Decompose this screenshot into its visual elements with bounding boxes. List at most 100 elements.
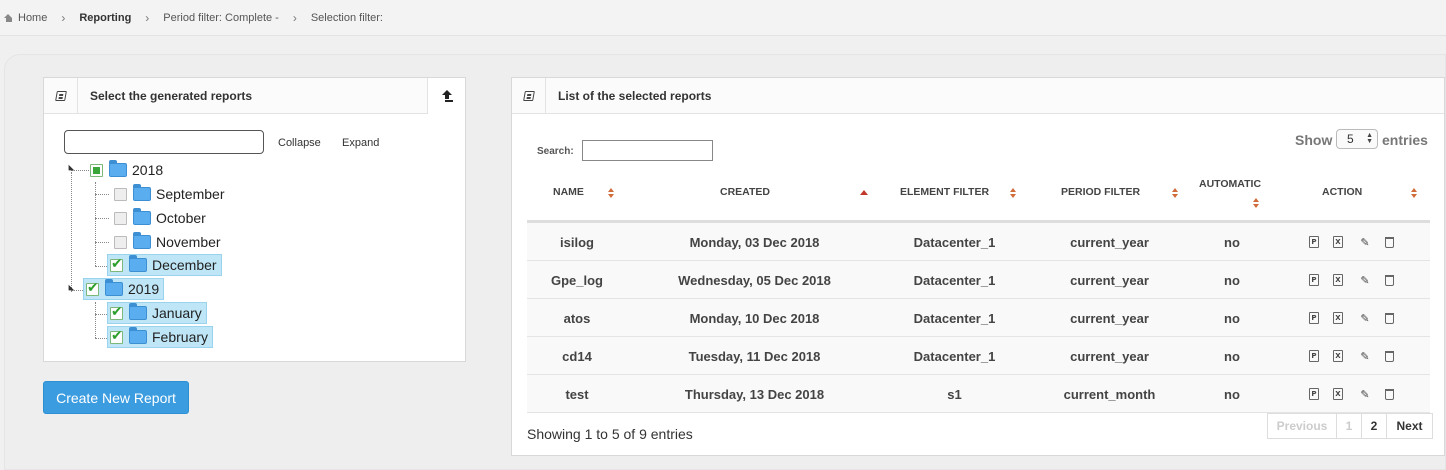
checkbox-february[interactable] (110, 328, 123, 344)
pencil-icon[interactable]: ✎ (1359, 387, 1371, 401)
pencil-icon[interactable]: ✎ (1359, 311, 1371, 325)
tree-node-december[interactable]: December (107, 254, 222, 276)
column-header-automatic[interactable]: AUTOMATIC (1199, 178, 1261, 190)
cell-element-filter: Datacenter_1 (913, 348, 996, 364)
book-icon (522, 90, 535, 101)
cell-period-filter: current_year (1070, 310, 1149, 326)
trash-icon[interactable] (1385, 275, 1394, 286)
pdf-icon[interactable]: P (1309, 350, 1319, 362)
expand-arrow-icon[interactable] (65, 284, 75, 294)
trash-icon[interactable] (1385, 237, 1394, 248)
tree-node-label: 2019 (128, 281, 160, 297)
pencil-icon[interactable]: ✎ (1359, 349, 1371, 363)
trash-icon[interactable] (1385, 351, 1394, 362)
breadcrumb-reporting[interactable]: Reporting (79, 12, 131, 24)
tree-search-input[interactable] (64, 130, 264, 154)
cell-element-filter: Datacenter_1 (913, 272, 996, 288)
checkbox-january[interactable] (110, 304, 123, 320)
pdf-icon[interactable]: P (1309, 236, 1319, 248)
tree-connector (95, 338, 107, 339)
breadcrumb-selection-filter[interactable]: Selection filter: (311, 12, 383, 24)
checkbox-november[interactable] (114, 235, 127, 249)
pencil-icon[interactable]: ✎ (1359, 273, 1371, 287)
cell-period-filter: current_year (1070, 348, 1149, 364)
breadcrumb-home[interactable]: Home (4, 12, 47, 24)
pagination-previous[interactable]: Previous (1267, 413, 1337, 439)
table-row[interactable]: Gpe_log Wednesday, 05 Dec 2018 Datacente… (527, 261, 1430, 299)
pagination-page-1[interactable]: 1 (1336, 413, 1362, 439)
checkbox-september[interactable] (114, 187, 127, 201)
column-header-action[interactable]: ACTION (1322, 186, 1362, 198)
column-header-name[interactable]: NAME (553, 186, 584, 198)
column-header-period-filter[interactable]: PERIOD FILTER (1061, 186, 1140, 198)
report-tree-panel-header: Select the generated reports (44, 77, 465, 114)
cell-created: Wednesday, 05 Dec 2018 (678, 272, 831, 288)
upload-button[interactable] (427, 77, 465, 114)
cell-name: isilog (560, 234, 594, 250)
table-row[interactable]: cd14 Tuesday, 11 Dec 2018 Datacenter_1 c… (527, 337, 1430, 375)
collapse-button[interactable]: Collapse (270, 132, 329, 154)
pdf-icon[interactable]: P (1309, 312, 1319, 324)
sort-icon[interactable] (1010, 188, 1018, 198)
checkbox-december[interactable] (110, 256, 123, 272)
tree-node-january[interactable]: January (107, 302, 207, 324)
upload-icon (440, 89, 453, 102)
tree-node-september[interactable]: September (112, 183, 228, 205)
checkbox-october[interactable] (114, 211, 127, 225)
breadcrumb: Home › Reporting › Period filter: Comple… (0, 0, 1446, 36)
cell-automatic: no (1224, 348, 1240, 364)
excel-icon[interactable]: X (1333, 274, 1343, 286)
breadcrumb-period-filter[interactable]: Period filter: Complete - (163, 12, 279, 24)
breadcrumb-reporting-label: Reporting (79, 11, 132, 24)
sort-icon[interactable] (608, 188, 616, 198)
chevron-right-icon: › (145, 10, 150, 25)
column-header-element-filter[interactable]: ELEMENT FILTER (900, 186, 989, 198)
pdf-icon[interactable]: P (1309, 388, 1319, 400)
sort-icon[interactable] (1172, 188, 1180, 198)
expand-button[interactable]: Expand (334, 132, 388, 154)
trash-icon[interactable] (1385, 389, 1394, 400)
folder-icon (109, 160, 127, 177)
table-row[interactable]: test Thursday, 13 Dec 2018 s1 current_mo… (527, 375, 1430, 413)
tree-node-february[interactable]: February (107, 326, 214, 348)
select-arrows-icon: ▲ ▼ (1366, 132, 1373, 145)
tree-connector (95, 194, 109, 195)
page-size-select[interactable]: 5 ▲ ▼ (1336, 129, 1378, 149)
table-search-input[interactable] (582, 140, 713, 161)
excel-icon[interactable]: X (1333, 350, 1343, 362)
pdf-icon[interactable]: P (1309, 274, 1319, 286)
trash-icon[interactable] (1385, 313, 1394, 324)
table-row[interactable]: isilog Monday, 03 Dec 2018 Datacenter_1 … (527, 223, 1430, 261)
excel-icon[interactable]: X (1333, 236, 1343, 248)
sort-icon[interactable] (1411, 188, 1419, 198)
pagination-page-2[interactable]: 2 (1361, 413, 1387, 439)
cell-automatic: no (1224, 386, 1240, 402)
column-header-created[interactable]: CREATED (720, 186, 770, 198)
cell-automatic: no (1224, 272, 1240, 288)
excel-icon[interactable]: X (1333, 312, 1343, 324)
pagination-next[interactable]: Next (1386, 413, 1433, 439)
cell-created: Tuesday, 11 Dec 2018 (688, 348, 821, 364)
sort-icon[interactable] (1253, 198, 1261, 208)
create-new-report-button[interactable]: Create New Report (43, 381, 189, 414)
tree-node-label: November (156, 234, 221, 250)
pencil-icon[interactable]: ✎ (1359, 235, 1371, 249)
tree-node-november[interactable]: November (112, 231, 225, 253)
folder-icon (133, 232, 151, 249)
cell-element-filter: s1 (947, 386, 962, 402)
expand-arrow-icon[interactable] (65, 164, 75, 174)
sort-ascending-icon[interactable] (860, 190, 868, 195)
checkbox-2019[interactable] (86, 280, 99, 296)
book-icon (54, 90, 67, 101)
checkbox-2018[interactable] (90, 163, 103, 177)
page-size-value: 5 (1347, 132, 1354, 146)
folder-icon (133, 208, 151, 225)
tree-node-2019[interactable]: 2019 (83, 278, 165, 300)
excel-icon[interactable]: X (1333, 388, 1343, 400)
panel-title: List of the selected reports (558, 88, 712, 103)
folder-icon (105, 279, 123, 296)
tree-node-october[interactable]: October (112, 207, 210, 229)
table-row[interactable]: atos Monday, 10 Dec 2018 Datacenter_1 cu… (527, 299, 1430, 337)
tree-node-2018[interactable]: 2018 (88, 159, 167, 181)
cell-created: Monday, 10 Dec 2018 (689, 310, 820, 326)
